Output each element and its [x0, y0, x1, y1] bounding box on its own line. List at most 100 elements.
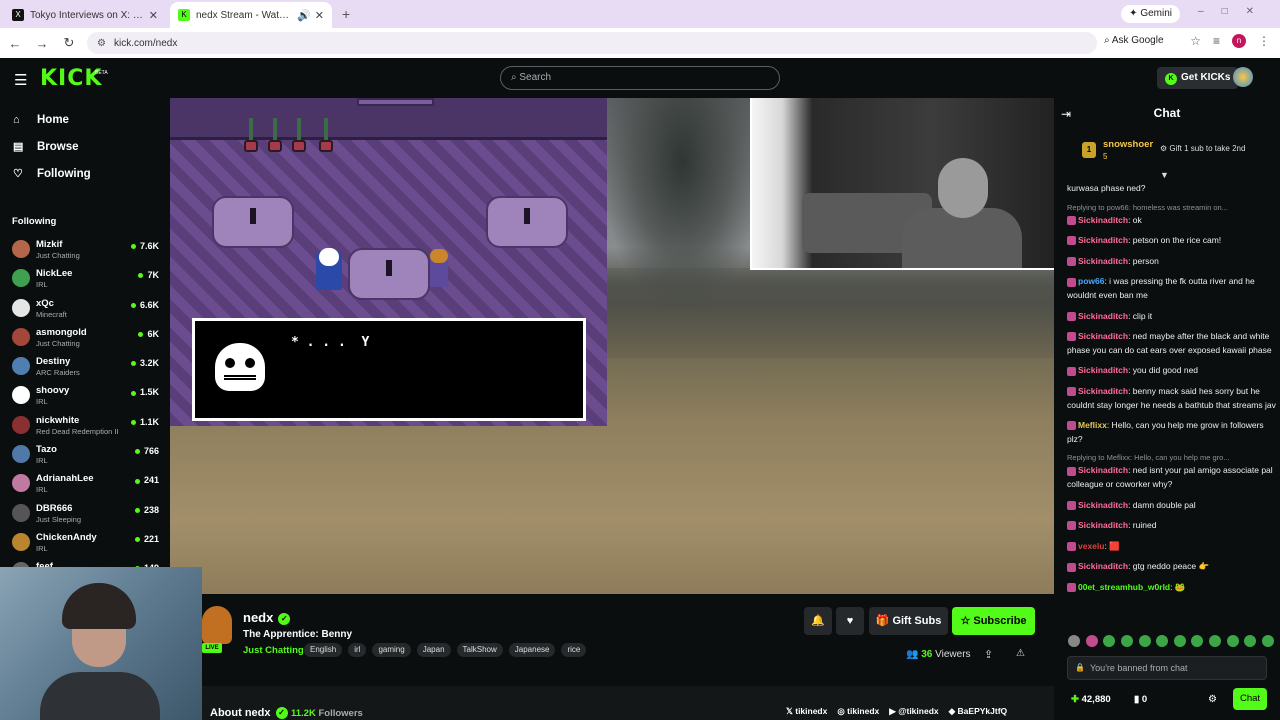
sidebar-item-following[interactable]: ♡ Following — [0, 160, 170, 187]
following-category: ARC Raiders — [36, 368, 80, 378]
gift-sub-prompt[interactable]: ⚙ Gift 1 sub to take 2nd — [1160, 144, 1245, 153]
sidebar-item-home[interactable]: ⌂ Home — [0, 106, 170, 133]
channel-avatar[interactable] — [202, 606, 232, 644]
chat-username[interactable]: Sickinaditch — [1078, 256, 1128, 266]
following-item[interactable]: nickwhite Red Dead Redemption II 1.1K — [0, 412, 170, 441]
chat-username[interactable]: Meflixx — [1078, 420, 1107, 430]
rank-badge: 1 — [1082, 142, 1096, 158]
stream-tag[interactable]: TalkShow — [456, 643, 503, 657]
emote-icon[interactable] — [1173, 635, 1186, 647]
gift-subs-button[interactable]: 🎁 Gift Subs — [869, 607, 948, 635]
following-item[interactable]: xQc Minecraft 6.6K — [0, 295, 170, 324]
chat-username[interactable]: Sickinaditch — [1078, 215, 1128, 225]
send-chat-button[interactable]: Chat — [1233, 688, 1267, 710]
url-field[interactable]: ⚙ kick.com/nedx — [87, 32, 1097, 54]
emote-icon[interactable] — [1226, 635, 1239, 647]
stream-category[interactable]: Just Chatting — [243, 645, 304, 656]
bookmark-star-icon[interactable]: ☆ — [1190, 34, 1201, 48]
following-item[interactable]: asmongold Just Chatting 6K — [0, 324, 170, 353]
profile-avatar[interactable]: n — [1232, 34, 1246, 48]
chat-settings-icon[interactable]: ⚙ — [1208, 694, 1217, 705]
following-item[interactable]: ChickenAndy IRL 221 — [0, 529, 170, 558]
emote-icon[interactable] — [1261, 635, 1274, 647]
chat-username[interactable]: Sickinaditch — [1078, 331, 1128, 341]
channel-name[interactable]: nedx — [243, 610, 273, 625]
chat-username[interactable]: Sickinaditch — [1078, 500, 1128, 510]
new-tab-button[interactable]: + — [342, 6, 350, 22]
stream-tag[interactable]: Japan — [416, 643, 451, 657]
game-overlay: * . . . Y — [170, 98, 607, 426]
emote-icon[interactable] — [1103, 635, 1116, 647]
pinned-user[interactable]: snowshoer — [1103, 139, 1153, 150]
stream-tag[interactable]: rice — [561, 643, 587, 657]
stream-tag[interactable]: gaming — [372, 643, 411, 657]
kick-points[interactable]: ✚ 42,880 — [1071, 694, 1111, 705]
close-tab-icon[interactable]: ✕ — [149, 9, 158, 22]
emote-icon[interactable] — [1138, 635, 1151, 647]
forward-icon[interactable]: → — [30, 36, 54, 51]
gemini-button[interactable]: ✦ Gemini — [1121, 5, 1180, 23]
kick-logo[interactable]: KICK — [40, 66, 102, 91]
chat-username[interactable]: Sickinaditch — [1078, 386, 1128, 396]
chat-username[interactable]: Sickinaditch — [1078, 365, 1128, 375]
sidebar-item-browse[interactable]: ▤ Browse — [0, 133, 170, 160]
emote-icon[interactable] — [1085, 635, 1098, 647]
following-item[interactable]: Mizkif Just Chatting 7.6K — [0, 236, 170, 265]
emote-icon[interactable] — [1209, 635, 1221, 647]
stream-tag[interactable]: Japanese — [508, 643, 556, 657]
subs-indicator[interactable]: ▮ 0 — [1134, 694, 1147, 705]
browser-tab-twitter[interactable]: X Tokyo Interviews on X: "@callit ✕ — [4, 2, 166, 28]
social-link[interactable]: ◆ BaEPYkJtfQ — [949, 706, 1008, 717]
extensions-icon[interactable]: ≡ — [1213, 34, 1220, 48]
get-kicks-button[interactable]: K Get KICKs — [1157, 67, 1239, 89]
search-input[interactable]: ⌕ Search — [500, 66, 780, 90]
following-item[interactable]: Destiny ARC Raiders 3.2K — [0, 353, 170, 382]
chat-username[interactable]: Sickinaditch — [1078, 465, 1128, 475]
follow-heart-button[interactable]: ♥ — [836, 607, 864, 635]
stream-tag[interactable]: irl — [348, 643, 367, 657]
window-controls[interactable]: –□✕ — [1198, 6, 1272, 17]
chat-username[interactable]: pow66 — [1078, 276, 1104, 286]
emote-icon[interactable] — [1156, 635, 1169, 647]
viewer-count: 👥 36 Viewers — [906, 649, 971, 660]
gemini-label: Gemini — [1140, 8, 1172, 19]
social-link[interactable]: ▶ @tikinedx — [889, 706, 938, 717]
chat-username[interactable]: vexelu — [1078, 541, 1104, 551]
chat-username[interactable]: Sickinaditch — [1078, 311, 1128, 321]
emote-icon[interactable] — [1191, 635, 1204, 647]
speaker-icon[interactable]: 🔊 — [297, 9, 311, 22]
emote-icon[interactable] — [1120, 635, 1133, 647]
stream-tag[interactable]: English — [304, 643, 343, 657]
user-avatar[interactable] — [1233, 67, 1253, 87]
social-link[interactable]: ◎ tikinedx — [837, 706, 879, 717]
emote-icon[interactable] — [1068, 635, 1080, 647]
subscribe-button[interactable]: ☆ Subscribe — [952, 607, 1035, 635]
chat-username[interactable]: Sickinaditch — [1078, 561, 1128, 571]
site-info-icon[interactable]: ⚙ — [97, 38, 106, 49]
following-item[interactable]: shoovy IRL 1.5K — [0, 382, 170, 411]
back-icon[interactable]: ← — [3, 36, 27, 51]
emote-icon[interactable] — [1244, 635, 1257, 647]
heart-icon: ♡ — [13, 168, 23, 180]
menu-kebab-icon[interactable]: ⋮ — [1258, 34, 1270, 48]
notification-bell-button[interactable]: 🔔 — [804, 607, 832, 635]
chat-username[interactable]: Sickinaditch — [1078, 235, 1128, 245]
chat-username[interactable]: Sickinaditch — [1078, 520, 1128, 530]
browser-tab-kick[interactable]: K nedx Stream - Watch Live o 🔊 ✕ — [170, 2, 332, 28]
user-badge-icon — [1067, 311, 1076, 321]
report-icon[interactable]: ⚠ — [1016, 648, 1025, 659]
hamburger-menu-icon[interactable]: ☰ — [14, 71, 27, 89]
chat-username[interactable]: 00et_streamhub_w0rld — [1078, 582, 1170, 592]
video-player[interactable]: * . . . Y — [170, 98, 1054, 594]
following-item[interactable]: Tazo IRL 766 — [0, 441, 170, 470]
social-link[interactable]: 𝕏 tikinedx — [786, 706, 827, 717]
following-item[interactable]: DBR666 Just Sleeping 238 — [0, 500, 170, 529]
close-tab-icon[interactable]: ✕ — [315, 9, 324, 22]
frisk-sprite — [430, 249, 448, 287]
following-item[interactable]: NickLee IRL 7K — [0, 265, 170, 294]
expand-pinned-icon[interactable]: ▼ — [1160, 170, 1169, 180]
reload-icon[interactable]: ↻ — [57, 35, 81, 51]
share-icon[interactable]: ⇪ — [984, 648, 993, 661]
following-item[interactable]: AdrianahLee IRL 241 — [0, 470, 170, 499]
ask-google-button[interactable]: ⌕ Ask Google — [1104, 35, 1164, 46]
